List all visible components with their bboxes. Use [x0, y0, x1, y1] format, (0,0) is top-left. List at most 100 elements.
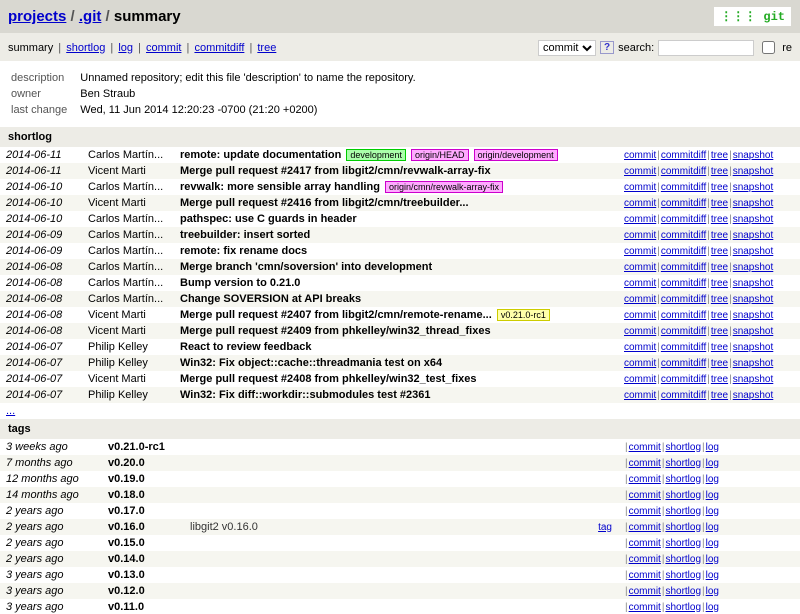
action-commitdiff[interactable]: commitdiff [661, 182, 706, 193]
action-snapshot[interactable]: snapshot [733, 198, 774, 209]
commit-subject[interactable]: Win32: Fix diff::workdir::submodules tes… [180, 389, 431, 401]
commit-subject[interactable]: Merge pull request #2408 from phkelley/w… [180, 373, 477, 385]
action-commit[interactable]: commit [624, 310, 656, 321]
action-tree[interactable]: tree [711, 342, 728, 353]
action-commitdiff[interactable]: commitdiff [661, 374, 706, 385]
action-snapshot[interactable]: snapshot [733, 278, 774, 289]
action-commit[interactable]: commit [624, 294, 656, 305]
action-commitdiff[interactable]: commitdiff [661, 278, 706, 289]
commit-subject[interactable]: revwalk: more sensible array handling [180, 181, 380, 193]
action-shortlog[interactable]: shortlog [665, 442, 701, 453]
action-snapshot[interactable]: snapshot [733, 246, 774, 257]
action-commit[interactable]: commit [624, 166, 656, 177]
action-commitdiff[interactable]: commitdiff [661, 262, 706, 273]
action-log[interactable]: log [706, 506, 719, 517]
action-shortlog[interactable]: shortlog [665, 474, 701, 485]
action-commit[interactable]: commit [624, 374, 656, 385]
action-commit[interactable]: commit [624, 278, 656, 289]
action-tree[interactable]: tree [711, 358, 728, 369]
tag-name[interactable]: v0.20.0 [102, 455, 184, 471]
action-commit[interactable]: commit [629, 570, 661, 581]
commit-subject[interactable]: Merge pull request #2407 from libgit2/cm… [180, 309, 492, 321]
action-snapshot[interactable]: snapshot [733, 342, 774, 353]
action-commitdiff[interactable]: commitdiff [661, 246, 706, 257]
action-shortlog[interactable]: shortlog [665, 522, 701, 533]
action-shortlog[interactable]: shortlog [665, 570, 701, 581]
commit-subject[interactable]: Merge pull request #2409 from phkelley/w… [180, 325, 491, 337]
action-log[interactable]: log [706, 522, 719, 533]
action-commit[interactable]: commit [629, 602, 661, 613]
action-log[interactable]: log [706, 442, 719, 453]
action-snapshot[interactable]: snapshot [733, 390, 774, 401]
action-commit[interactable]: commit [624, 262, 656, 273]
action-commit[interactable]: commit [629, 474, 661, 485]
action-tree[interactable]: tree [711, 166, 728, 177]
action-tree[interactable]: tree [711, 326, 728, 337]
action-shortlog[interactable]: shortlog [665, 538, 701, 549]
commit-subject[interactable]: Merge pull request #2416 from libgit2/cm… [180, 197, 469, 209]
action-commitdiff[interactable]: commitdiff [661, 198, 706, 209]
action-commitdiff[interactable]: commitdiff [661, 390, 706, 401]
action-tree[interactable]: tree [711, 214, 728, 225]
action-commit[interactable]: commit [624, 150, 656, 161]
action-commit[interactable]: commit [624, 246, 656, 257]
action-commit[interactable]: commit [629, 506, 661, 517]
commit-subject[interactable]: remote: fix rename docs [180, 245, 307, 257]
regex-checkbox[interactable] [762, 41, 775, 54]
action-commit[interactable]: commit [624, 214, 656, 225]
action-commit[interactable]: commit [624, 230, 656, 241]
action-log[interactable]: log [706, 458, 719, 469]
action-tree[interactable]: tree [711, 262, 728, 273]
action-commit[interactable]: commit [629, 586, 661, 597]
action-shortlog[interactable]: shortlog [665, 586, 701, 597]
action-commit[interactable]: commit [624, 358, 656, 369]
action-tree[interactable]: tree [711, 310, 728, 321]
action-commit[interactable]: commit [629, 458, 661, 469]
search-type-select[interactable]: commit [538, 40, 596, 56]
action-shortlog[interactable]: shortlog [665, 506, 701, 517]
action-log[interactable]: log [706, 586, 719, 597]
breadcrumb-projects[interactable]: projects [8, 8, 66, 25]
search-input[interactable] [658, 40, 754, 56]
ref-badge[interactable]: development [346, 149, 406, 161]
action-snapshot[interactable]: snapshot [733, 294, 774, 305]
action-shortlog[interactable]: shortlog [665, 602, 701, 613]
action-log[interactable]: log [706, 554, 719, 565]
action-commit[interactable]: commit [624, 182, 656, 193]
action-commit[interactable]: commit [629, 538, 661, 549]
commit-subject[interactable]: Change SOVERSION at API breaks [180, 293, 361, 305]
action-commitdiff[interactable]: commitdiff [661, 230, 706, 241]
action-shortlog[interactable]: shortlog [665, 554, 701, 565]
action-tree[interactable]: tree [711, 246, 728, 257]
action-tree[interactable]: tree [711, 278, 728, 289]
action-snapshot[interactable]: snapshot [733, 230, 774, 241]
tag-name[interactable]: v0.21.0-rc1 [102, 439, 184, 455]
nav-shortlog[interactable]: shortlog [66, 42, 105, 54]
action-tree[interactable]: tree [711, 374, 728, 385]
tag-link[interactable]: tag [598, 522, 612, 533]
commit-subject[interactable]: Bump version to 0.21.0 [180, 277, 300, 289]
action-snapshot[interactable]: snapshot [733, 326, 774, 337]
action-tree[interactable]: tree [711, 198, 728, 209]
action-snapshot[interactable]: snapshot [733, 150, 774, 161]
action-tree[interactable]: tree [711, 390, 728, 401]
action-shortlog[interactable]: shortlog [665, 458, 701, 469]
action-commit[interactable]: commit [629, 554, 661, 565]
tag-name[interactable]: v0.15.0 [102, 535, 184, 551]
commit-subject[interactable]: pathspec: use C guards in header [180, 213, 357, 225]
action-commitdiff[interactable]: commitdiff [661, 166, 706, 177]
nav-commitdiff[interactable]: commitdiff [194, 42, 244, 54]
breadcrumb-repo[interactable]: .git [79, 8, 102, 25]
action-snapshot[interactable]: snapshot [733, 262, 774, 273]
action-snapshot[interactable]: snapshot [733, 310, 774, 321]
action-commitdiff[interactable]: commitdiff [661, 310, 706, 321]
action-commit[interactable]: commit [624, 326, 656, 337]
action-log[interactable]: log [706, 570, 719, 581]
action-shortlog[interactable]: shortlog [665, 490, 701, 501]
action-log[interactable]: log [706, 490, 719, 501]
action-snapshot[interactable]: snapshot [733, 182, 774, 193]
action-log[interactable]: log [706, 602, 719, 613]
action-commit[interactable]: commit [624, 342, 656, 353]
action-snapshot[interactable]: snapshot [733, 358, 774, 369]
commit-subject[interactable]: remote: update documentation [180, 149, 341, 161]
